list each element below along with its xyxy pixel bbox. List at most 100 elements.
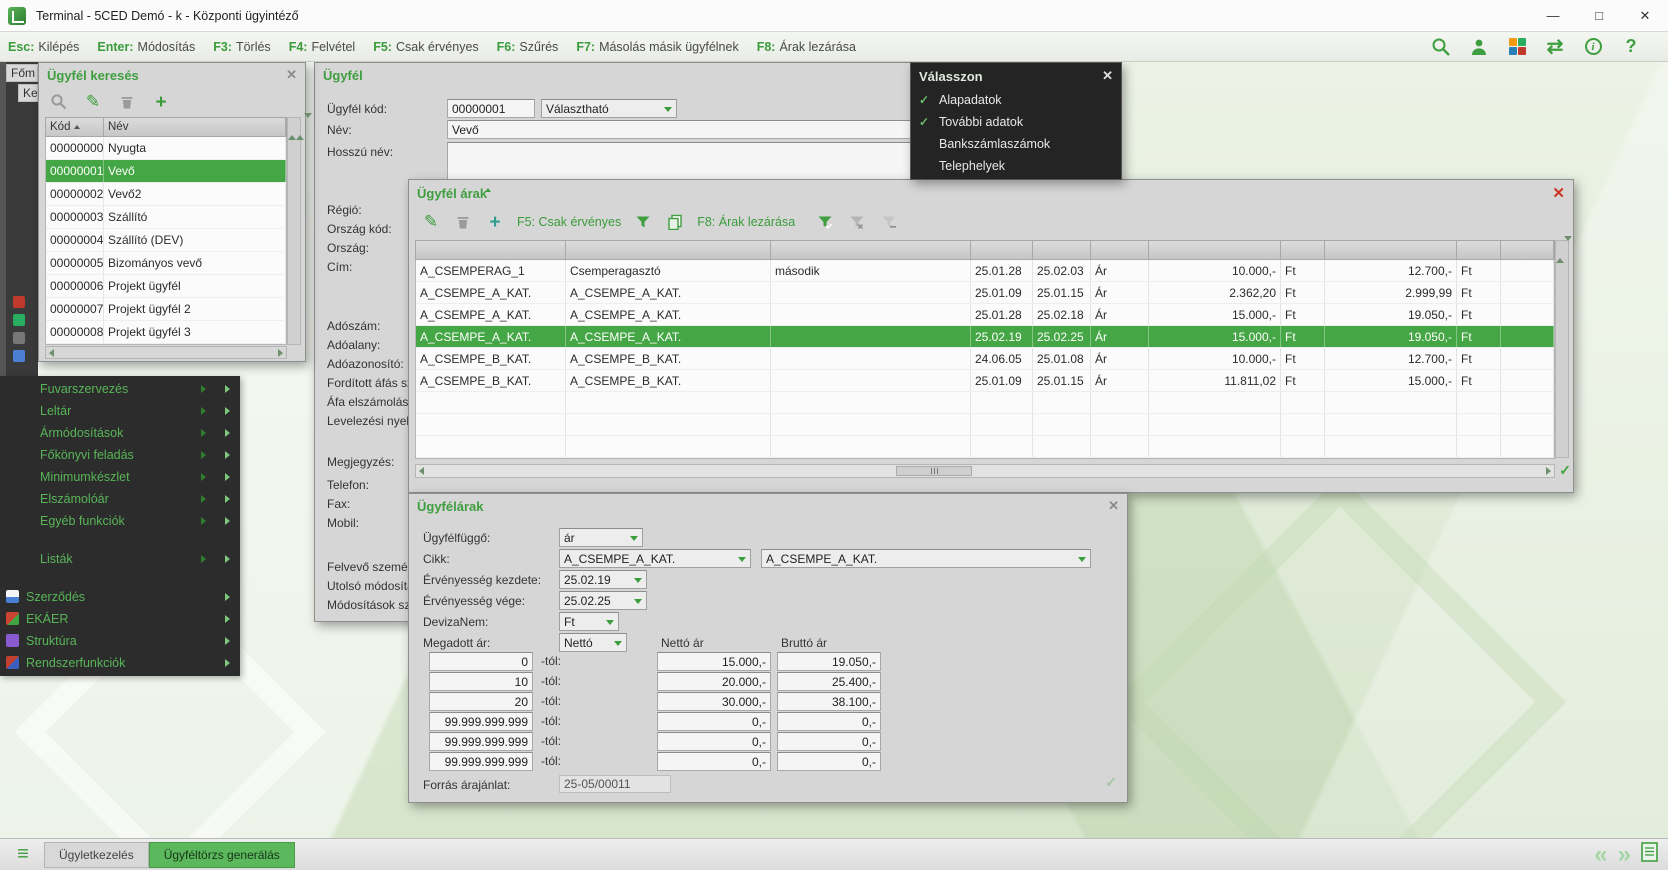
- menu-item[interactable]: Szerződés: [0, 586, 240, 608]
- navigate-back-icon[interactable]: «: [1594, 843, 1607, 867]
- customer-long-name-input[interactable]: [447, 142, 919, 180]
- scrollbar-thumb[interactable]: [896, 466, 972, 476]
- minimize-button[interactable]: —: [1530, 0, 1576, 32]
- search-horizontal-scrollbar[interactable]: [45, 346, 287, 359]
- close-window-button[interactable]: ✕: [1622, 0, 1668, 32]
- customer-code-input[interactable]: [447, 99, 535, 118]
- given-price-dropdown[interactable]: Nettó: [559, 633, 627, 652]
- column-header-name[interactable]: Név: [104, 118, 286, 136]
- delete-icon[interactable]: [453, 212, 473, 232]
- customer-search-row[interactable]: 00000000 Nyugta: [46, 137, 286, 160]
- customer-search-row[interactable]: 00000005 Bizományos vevő: [46, 252, 286, 275]
- customer-search-row[interactable]: 00000004 Szállító (DEV): [46, 229, 286, 252]
- item-code-dropdown[interactable]: A_CSEMPE_A_KAT.: [559, 549, 751, 568]
- tier-quantity-input[interactable]: [429, 672, 533, 691]
- price-column-header[interactable]: [1457, 241, 1501, 259]
- price-row[interactable]: A_CSEMPE_A_KAT. A_CSEMPE_A_KAT. 25.02.19…: [416, 326, 1554, 348]
- select-option[interactable]: Telephelyek: [911, 155, 1121, 177]
- customer-code-type-dropdown[interactable]: Választható: [541, 99, 677, 118]
- function-shortcut[interactable]: F8: Árak lezárása: [757, 40, 856, 54]
- customer-search-row[interactable]: 00000003 Szállító: [46, 206, 286, 229]
- f8-close-prices-button[interactable]: F8: Árak lezárása: [697, 215, 795, 229]
- f5-valid-only-button[interactable]: F5: Csak érvényes: [517, 215, 621, 229]
- price-column-header[interactable]: [1091, 241, 1149, 259]
- menu-item[interactable]: Egyéb funkciók: [0, 510, 240, 532]
- function-shortcut[interactable]: F7: Másolás másik ügyfélnek: [576, 40, 738, 54]
- price-row[interactable]: A_CSEMPE_A_KAT. A_CSEMPE_A_KAT. 25.01.09…: [416, 282, 1554, 304]
- taskbar-tab[interactable]: Ügyféltörzs generálás: [149, 842, 295, 868]
- tier-net-price-input[interactable]: [657, 672, 771, 691]
- menu-item[interactable]: Minimumkészlet: [0, 466, 240, 488]
- price-row[interactable]: A_CSEMPE_A_KAT. A_CSEMPE_A_KAT. 25.01.28…: [416, 304, 1554, 326]
- price-column-header[interactable]: [1281, 241, 1325, 259]
- function-shortcut[interactable]: F6: Szűrés: [497, 40, 559, 54]
- function-shortcut[interactable]: Esc: Kilépés: [8, 40, 79, 54]
- scroll-up-icon[interactable]: [296, 118, 304, 140]
- user-icon[interactable]: [1468, 36, 1490, 58]
- help-icon[interactable]: ?: [1620, 36, 1642, 58]
- taskbar-tab[interactable]: Ügyletkezelés: [44, 842, 149, 868]
- copy-icon[interactable]: [665, 212, 685, 232]
- menu-item[interactable]: Fuvarszervezés: [0, 378, 240, 400]
- valid-from-dropdown[interactable]: 25.02.19: [559, 570, 647, 589]
- document-icon[interactable]: [1641, 842, 1658, 867]
- price-row[interactable]: A_CSEMPE_B_KAT. A_CSEMPE_B_KAT. 24.06.05…: [416, 348, 1554, 370]
- delete-icon[interactable]: [117, 92, 137, 112]
- scroll-left-icon[interactable]: [419, 467, 424, 475]
- select-window-close-icon[interactable]: ✕: [1102, 68, 1113, 84]
- tier-net-price-input[interactable]: [657, 652, 771, 671]
- tier-quantity-input[interactable]: [429, 692, 533, 711]
- column-header-code[interactable]: Kód: [46, 118, 104, 136]
- price-column-header[interactable]: [1325, 241, 1457, 259]
- tier-net-price-input[interactable]: [657, 752, 771, 771]
- editor-window-close-icon[interactable]: ✕: [1108, 498, 1119, 514]
- menu-item[interactable]: Struktúra: [0, 630, 240, 652]
- tier-quantity-input[interactable]: [429, 752, 533, 771]
- add-icon[interactable]: +: [485, 212, 505, 232]
- price-column-header[interactable]: [971, 241, 1033, 259]
- search-window-close-icon[interactable]: ✕: [286, 67, 297, 83]
- price-column-header[interactable]: [1501, 241, 1554, 259]
- tier-gross-price-input[interactable]: [777, 732, 881, 751]
- scroll-down-icon[interactable]: [304, 113, 312, 135]
- tier-quantity-input[interactable]: [429, 652, 533, 671]
- scroll-right-icon[interactable]: [278, 349, 283, 357]
- menu-item[interactable]: Leltár: [0, 400, 240, 422]
- menu-item[interactable]: EKÁER: [0, 608, 240, 630]
- valid-to-dropdown[interactable]: 25.02.25: [559, 591, 647, 610]
- scroll-left-icon[interactable]: [49, 349, 54, 357]
- menu-item-lists[interactable]: Listák: [0, 548, 240, 570]
- edit-icon[interactable]: ✎: [421, 212, 441, 232]
- customer-search-row[interactable]: 00000002 Vevő2: [46, 183, 286, 206]
- menu-item[interactable]: Főkönyvi feladás: [0, 444, 240, 466]
- tier-quantity-input[interactable]: [429, 712, 533, 731]
- menu-item[interactable]: Rendszerfunkciók: [0, 652, 240, 674]
- hamburger-menu-icon[interactable]: ≡: [6, 842, 40, 868]
- prices-window-close-icon[interactable]: ✕: [1552, 184, 1565, 202]
- price-column-header[interactable]: [1149, 241, 1281, 259]
- tier-gross-price-input[interactable]: [777, 752, 881, 771]
- edit-icon[interactable]: ✎: [83, 92, 103, 112]
- customer-search-row[interactable]: 00000001 Vevő: [46, 160, 286, 183]
- select-option[interactable]: ✓ Alapadatok: [911, 89, 1121, 111]
- tier-net-price-input[interactable]: [657, 692, 771, 711]
- filter-clear-icon[interactable]: [879, 212, 899, 232]
- item-name-dropdown[interactable]: A_CSEMPE_A_KAT.: [761, 549, 1091, 568]
- sidebar-mini-icon[interactable]: [13, 332, 25, 344]
- price-column-header[interactable]: [416, 241, 566, 259]
- filter-remove-icon[interactable]: [847, 212, 867, 232]
- search-icon[interactable]: [1430, 36, 1452, 58]
- info-icon[interactable]: i: [1582, 36, 1604, 58]
- customer-search-row[interactable]: 00000006 Projekt ügyfél: [46, 275, 286, 298]
- apps-grid-icon[interactable]: [1506, 36, 1528, 58]
- menu-item[interactable]: Elszámolóár: [0, 488, 240, 510]
- search-vertical-scrollbar[interactable]: [287, 117, 301, 345]
- scroll-right-icon[interactable]: [1546, 467, 1551, 475]
- select-option[interactable]: Bankszámlaszámok: [911, 133, 1121, 155]
- maximize-button[interactable]: □: [1576, 0, 1622, 32]
- navigate-forward-icon[interactable]: »: [1618, 843, 1631, 867]
- customer-name-input[interactable]: [447, 120, 919, 139]
- tier-net-price-input[interactable]: [657, 732, 771, 751]
- scroll-up-icon[interactable]: [288, 118, 296, 140]
- price-column-header[interactable]: [771, 241, 971, 259]
